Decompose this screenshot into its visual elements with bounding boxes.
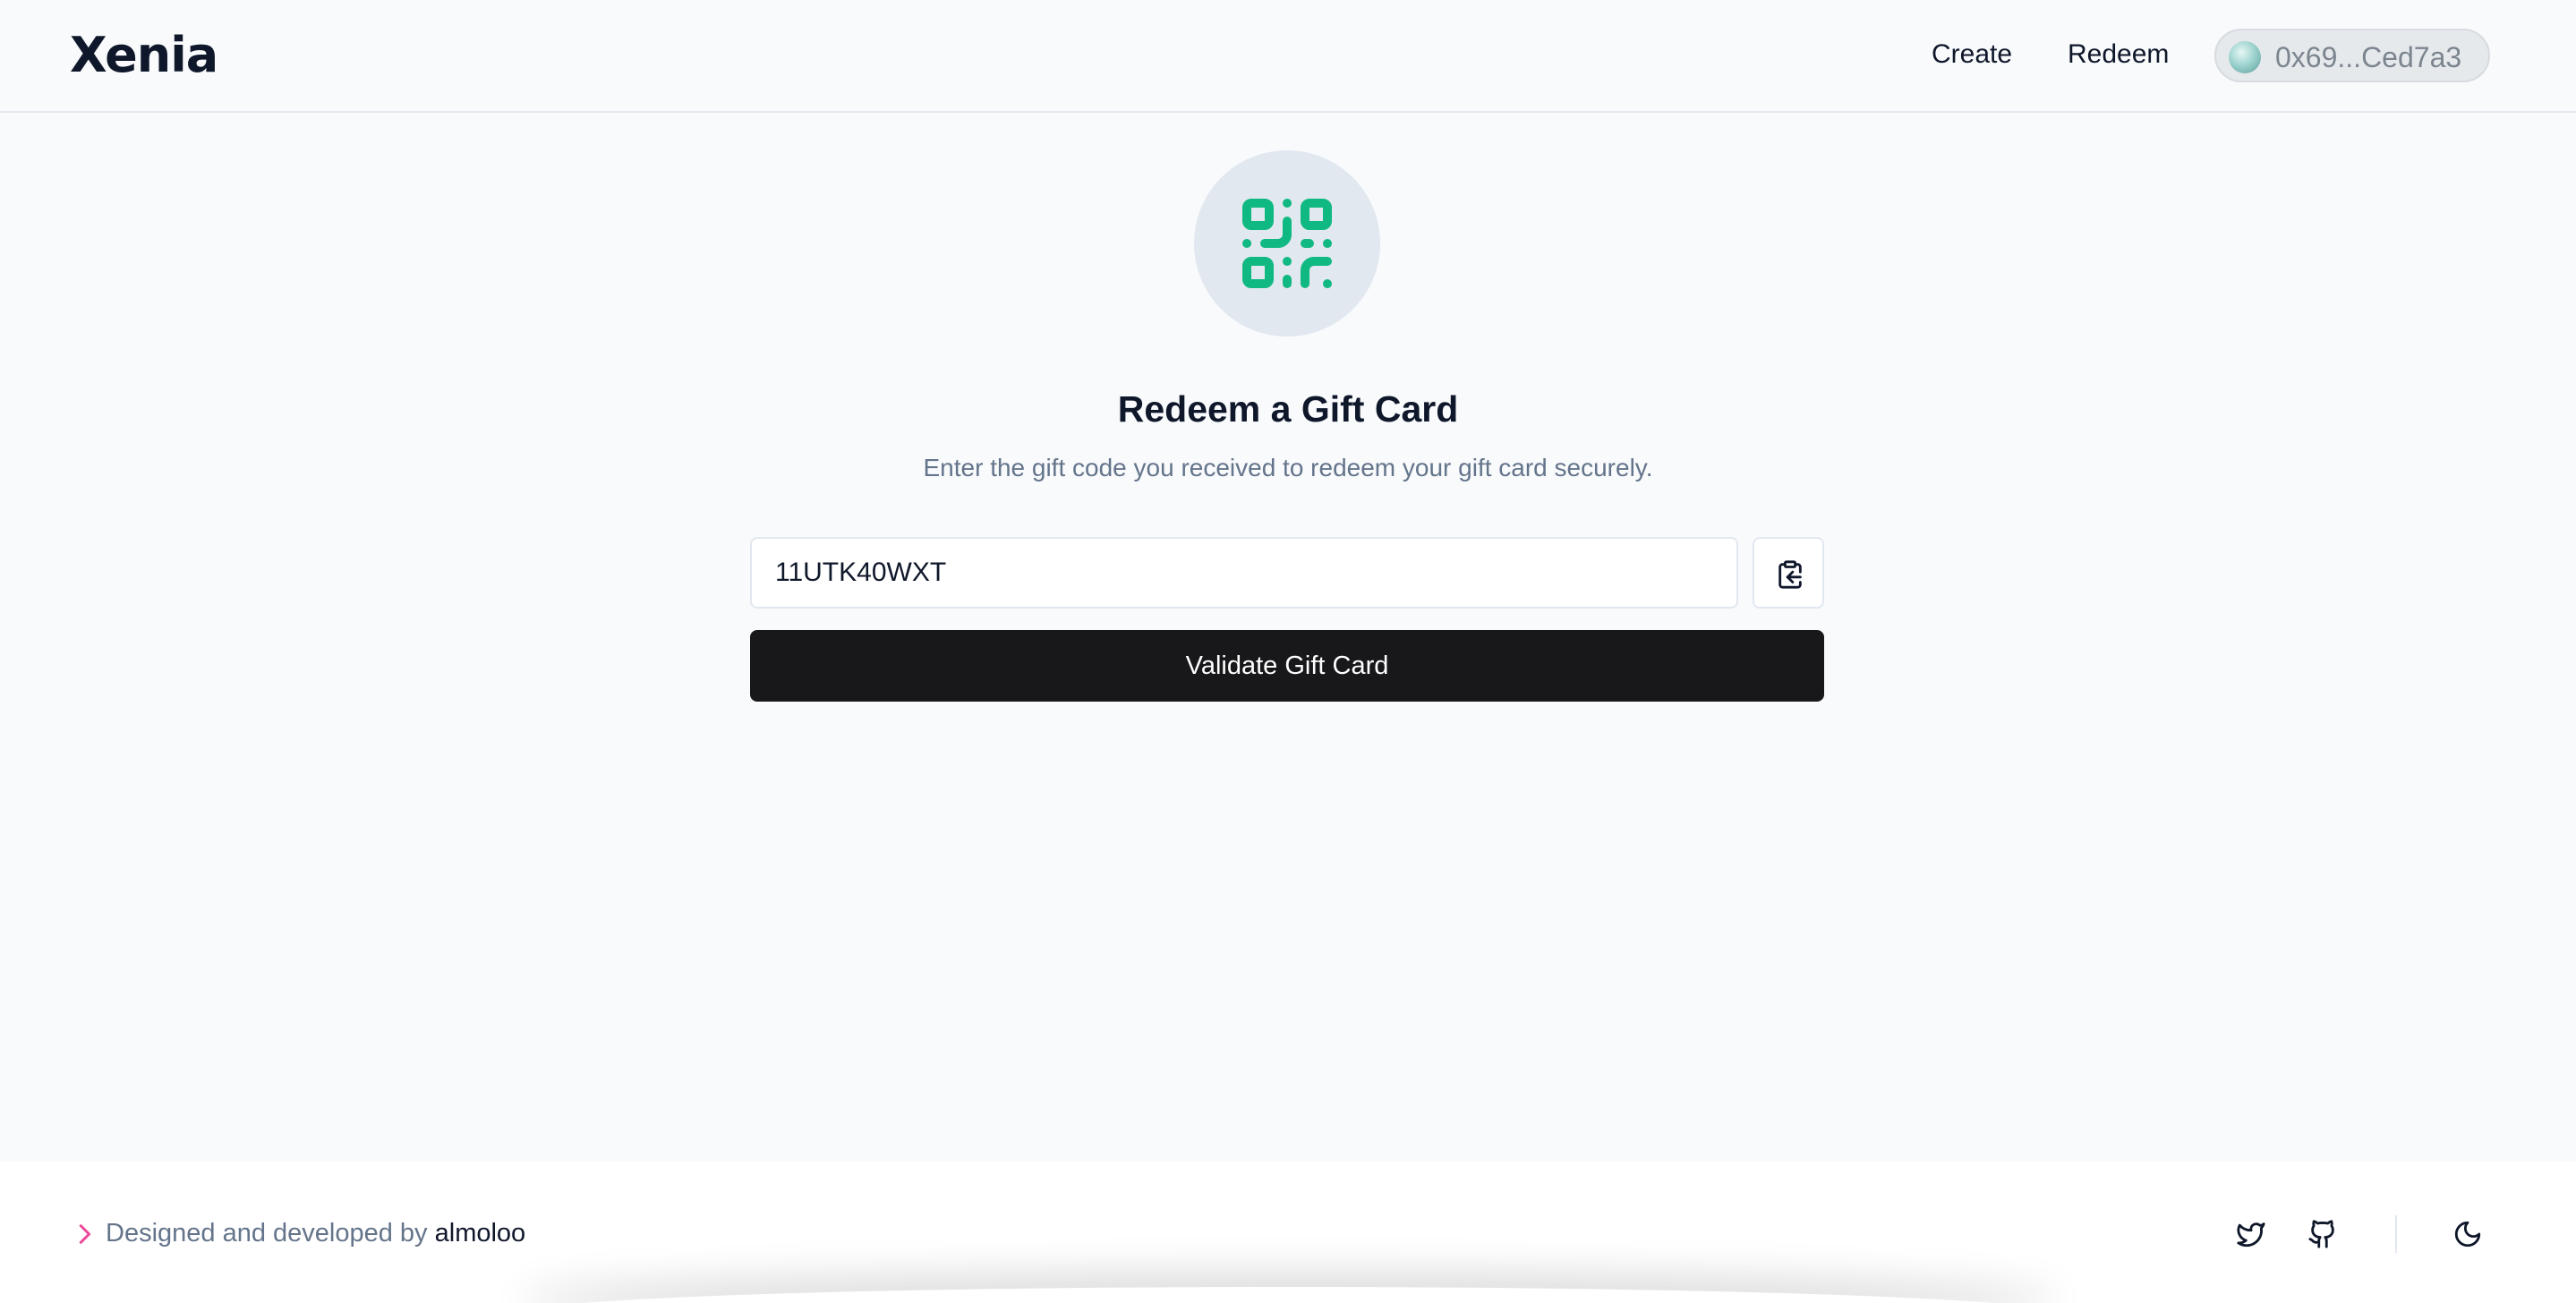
- github-icon[interactable]: [2307, 1219, 2338, 1249]
- nav-redeem-link[interactable]: Redeem: [2068, 39, 2169, 70]
- twitter-icon[interactable]: [2236, 1219, 2266, 1249]
- top-navbar: Xenia Create Redeem 0x69...Ced7a3: [0, 0, 2576, 113]
- gift-code-input[interactable]: [750, 537, 1738, 609]
- qr-code-icon: [1242, 199, 1332, 289]
- wallet-address: 0x69...Ced7a3: [2275, 41, 2462, 73]
- page-subtitle: Enter the gift code you received to rede…: [923, 454, 1653, 481]
- qr-icon-badge: [1194, 150, 1380, 336]
- validate-gift-card-button[interactable]: Validate Gift Card: [750, 630, 1824, 702]
- page: Xenia Create Redeem 0x69...Ced7a3 Redeem…: [0, 0, 2576, 1303]
- footer-author-link[interactable]: almoloo: [435, 1219, 526, 1248]
- wallet-avatar: [2229, 41, 2261, 73]
- app-logo[interactable]: Xenia: [70, 27, 218, 83]
- clipboard-paste-icon: [1778, 560, 1802, 589]
- wallet-button[interactable]: 0x69...Ced7a3: [2214, 29, 2490, 82]
- nav-create-link[interactable]: Create: [1932, 39, 2012, 70]
- moon-icon[interactable]: [2452, 1219, 2483, 1249]
- footer-credit-prefix: Designed and developed by: [106, 1219, 428, 1248]
- chevron-right-icon: [79, 1224, 91, 1244]
- footer-divider: [2395, 1215, 2397, 1253]
- paste-code-button[interactable]: [1753, 537, 1824, 609]
- page-title: Redeem a Gift Card: [1117, 388, 1459, 430]
- footer-credit: Designed and developed by almoloo: [106, 1219, 525, 1248]
